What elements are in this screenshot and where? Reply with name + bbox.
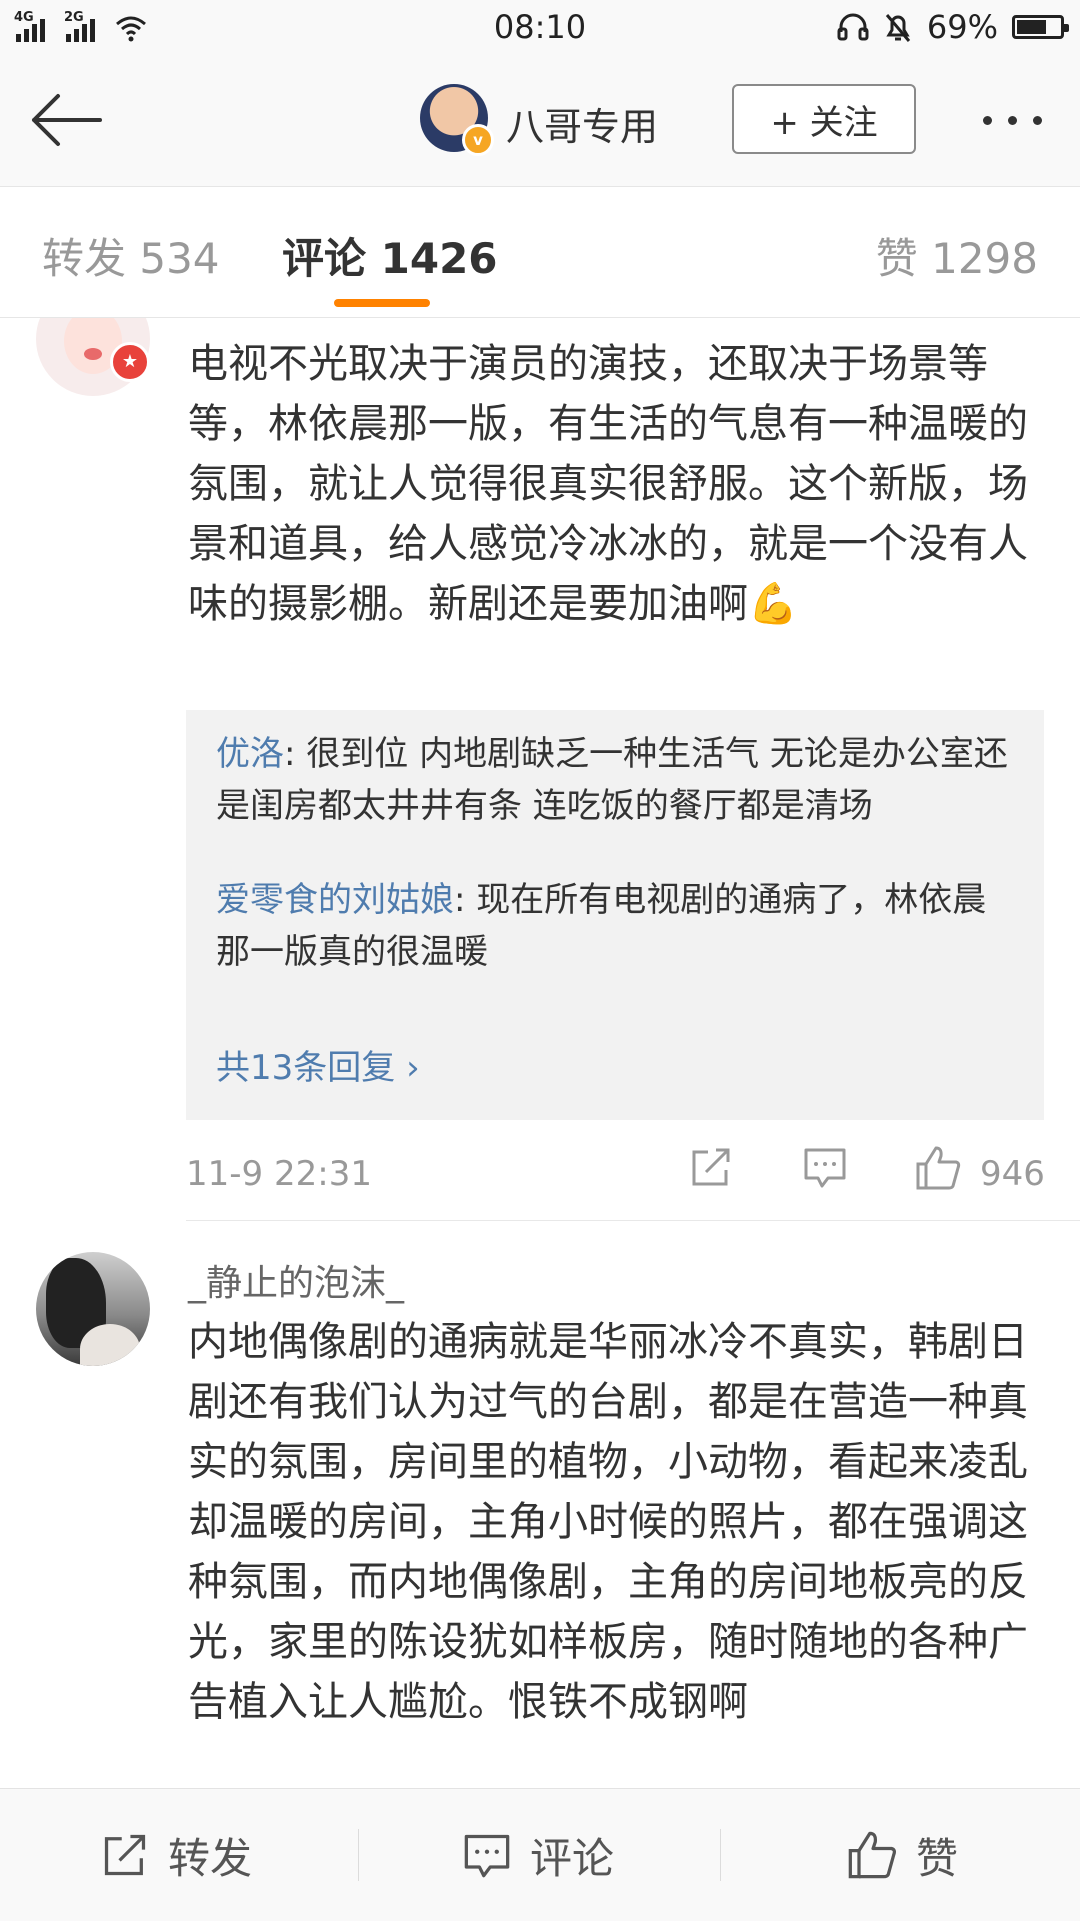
status-right: 69% [837,8,1069,46]
commenter-avatar[interactable] [36,1252,150,1366]
repost-label: 转发 [168,1833,253,1883]
like-button[interactable]: 赞 [846,1789,958,1921]
like-icon [848,1831,897,1879]
back-arrow-icon[interactable] [28,88,104,152]
comment-label: 评论 [530,1833,615,1883]
reply-username[interactable]: 爱零食的刘姑娘 [216,880,454,920]
comment-list: ★ 电视不光取决于演员的演技，还取决于场景等等，林依晨那一版，有生活的气息有一种… [0,318,1080,1788]
comment-button[interactable]: 评论 [462,1789,614,1921]
comment-text: 电视不光取决于演员的演技，还取决于场景等等，林依晨那一版，有生活的气息有一种温暖… [188,341,1028,627]
thumbs-up-icon[interactable] [914,1144,962,1192]
star-badge-icon: ★ [110,342,150,382]
reply-icon[interactable] [802,1144,848,1190]
comment-text: 内地偶像剧的通病就是华丽冰冷不真实，韩剧日剧还有我们认为过气的台剧，都是在营造一… [188,1319,1028,1725]
nav-bar: v 八哥专用 + 关注 [0,58,1080,187]
tab-repost[interactable]: 转发 534 [42,225,220,286]
bottom-action-bar: 转发 评论 赞 [0,1788,1080,1921]
more-replies-link[interactable]: 共13条回复 › [216,1040,420,1089]
battery-percent: 69% [926,8,998,46]
comment-timestamp: 11-9 22:31 [186,1154,372,1194]
more-dots-icon[interactable] [983,116,1042,125]
follow-button[interactable]: + 关注 [732,84,916,154]
author-avatar[interactable]: v [420,84,494,156]
tab-bar: 转发 534 评论 1426 赞 1298 [0,187,1080,318]
commenter-username[interactable]: _静止的泡沫_ [188,1254,404,1306]
comment-icon [464,1834,510,1878]
like-count: 946 [980,1154,1045,1194]
bottom-separator [720,1829,721,1881]
reply-username[interactable]: 优洛 [216,734,284,774]
like-label: 赞 [916,1833,959,1883]
verified-v-icon: v [462,124,494,156]
reply-box[interactable]: 优洛: 很到位 内地剧缺乏一种生活气 无论是办公室还是闺房都太井井有条 连吃饭的… [186,710,1044,1120]
active-tab-indicator [334,299,430,307]
headset-icon [837,13,869,41]
reply-item: 优洛: 很到位 内地剧缺乏一种生活气 无论是办公室还是闺房都太井井有条 连吃饭的… [216,728,1016,832]
tab-likes[interactable]: 赞 1298 [876,225,1038,286]
repost-icon [104,1834,146,1876]
tab-comments[interactable]: 评论 1426 [282,225,498,286]
share-icon[interactable] [688,1144,734,1190]
comment-divider [186,1220,1080,1221]
bottom-separator [358,1829,359,1881]
battery-fill [1017,20,1046,34]
author-name[interactable]: 八哥专用 [506,96,658,151]
reply-text: : 很到位 内地剧缺乏一种生活气 无论是办公室还是闺房都太井井有条 连吃饭的餐厅… [216,734,1008,826]
repost-button[interactable]: 转发 [100,1789,252,1921]
battery-icon [1012,15,1069,39]
status-bar: 4G 2G 08:10 69% [0,0,1080,58]
reply-item: 爱零食的刘姑娘: 现在所有电视剧的通病了，林依晨那一版真的很温暖 [216,874,1016,978]
bell-muted-icon [885,14,911,42]
